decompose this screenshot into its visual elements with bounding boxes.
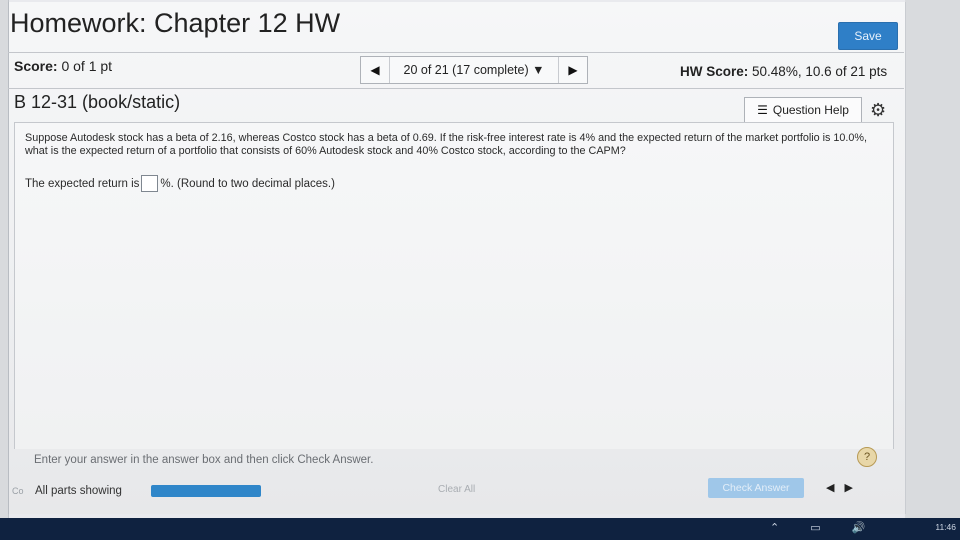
question-help-label: Question Help xyxy=(772,103,849,117)
divider xyxy=(8,88,904,89)
question-text: Suppose Autodesk stock has a beta of 2.1… xyxy=(25,132,868,157)
hw-score-value: 50.48%, 10.6 of 21 pts xyxy=(752,64,888,79)
page-title: Homework: Chapter 12 HW xyxy=(10,8,341,38)
score-value: 0 of 1 pt xyxy=(61,58,113,74)
right-edge xyxy=(905,0,960,520)
question-navigator: ◀ 20 of 21 (17 complete) ▼ ▶ xyxy=(360,56,588,84)
gear-icon[interactable]: ⚙ xyxy=(870,100,886,121)
co-label: Co xyxy=(12,486,24,496)
next-part-icon[interactable]: ▶ xyxy=(844,482,862,494)
divider xyxy=(8,52,904,53)
bottom-bar: Co All parts showing Clear All Check Ans… xyxy=(8,476,904,508)
prev-part-icon[interactable]: ◀ xyxy=(826,482,844,494)
list-icon: ☰ xyxy=(757,103,768,117)
answer-suffix: %. (Round to two decimal places.) xyxy=(160,177,335,190)
question-help-button[interactable]: ☰ Question Help xyxy=(744,97,862,123)
check-answer-button[interactable]: Check Answer xyxy=(708,478,804,498)
clear-all-button[interactable]: Clear All xyxy=(438,484,475,495)
save-button[interactable]: Save xyxy=(838,22,898,50)
answer-line: The expected return is %. (Round to two … xyxy=(25,175,335,192)
question-id: B 12-31 (book/static) xyxy=(14,92,181,112)
answer-prefix: The expected return is xyxy=(25,177,140,190)
parts-showing-label: All parts showing xyxy=(35,485,122,497)
system-tray[interactable]: ⌃ ▭ 🔊 xyxy=(770,521,879,534)
question-position-dropdown[interactable]: 20 of 21 (17 complete) ▼ xyxy=(389,57,559,83)
score-label: Score: xyxy=(14,58,58,74)
prev-question-icon[interactable]: ◀ xyxy=(361,63,389,77)
hw-score-label: HW Score: xyxy=(680,64,749,79)
taskbar: ⌃ ▭ 🔊 11:46 xyxy=(0,518,960,540)
score: Score: 0 of 1 pt xyxy=(14,58,112,74)
part-pager: ◀▶ xyxy=(826,481,863,494)
answer-input[interactable] xyxy=(141,175,159,192)
progress-bar xyxy=(151,485,261,497)
hw-score: HW Score: 50.48%, 10.6 of 21 pts xyxy=(680,64,887,79)
question-panel: Suppose Autodesk stock has a beta of 2.1… xyxy=(14,122,894,449)
next-question-icon[interactable]: ▶ xyxy=(559,63,587,77)
instruction-text: Enter your answer in the answer box and … xyxy=(34,454,374,466)
help-circle-icon[interactable]: ? xyxy=(857,447,877,467)
clock: 11:46 xyxy=(935,522,956,532)
